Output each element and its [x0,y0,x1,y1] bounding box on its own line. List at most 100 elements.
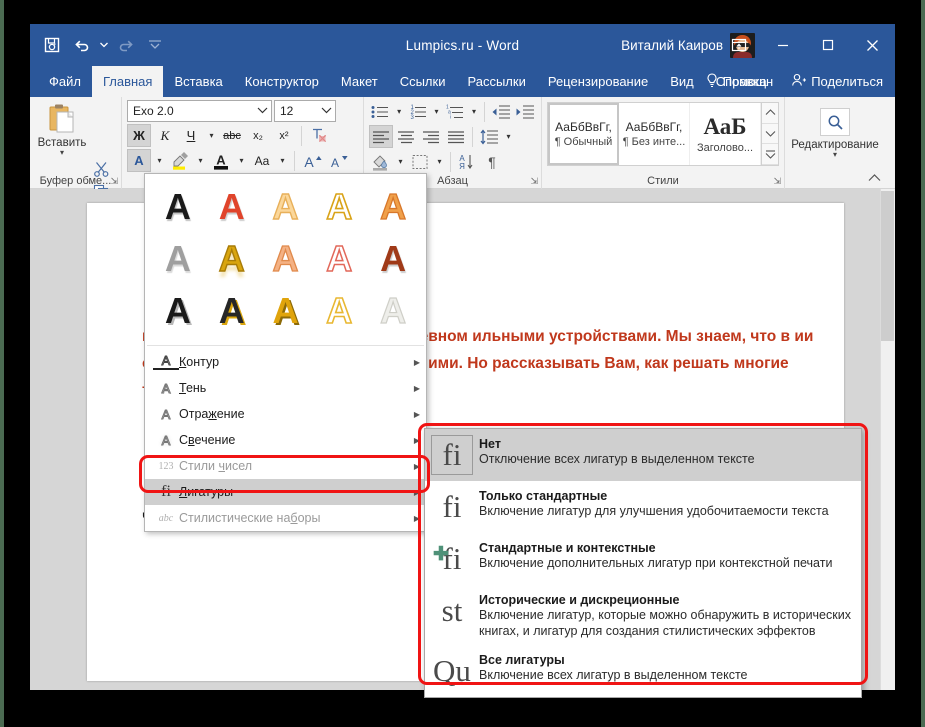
styles-scroll-up-icon[interactable] [762,103,778,124]
sort-icon[interactable]: AЯ [455,150,479,173]
ligature-option-standard-only[interactable]: fi Только стандартные Включение лигатур … [425,481,861,533]
font-color-dropdown-icon[interactable]: ▾ [235,149,248,172]
tab-view[interactable]: Вид [659,66,705,97]
tab-design[interactable]: Конструктор [234,66,330,97]
decrease-indent-icon[interactable] [489,100,512,123]
scrollbar-thumb[interactable] [881,191,894,341]
effect-a-15[interactable]: A [366,286,420,336]
show-formatting-marks-icon[interactable]: ¶ [480,150,504,173]
italic-button[interactable]: К [153,124,177,147]
style-card-nospacing[interactable]: АаБбВвГг, ¶ Без инте... [619,103,690,165]
clipboard-dialog-launcher-icon[interactable]: ⇲ [110,176,118,187]
underline-button[interactable]: Ч [179,124,203,147]
vertical-scrollbar[interactable] [880,189,895,690]
tab-layout[interactable]: Макет [330,66,389,97]
minimize-button[interactable] [760,24,805,66]
multilevel-dropdown-icon[interactable]: ▾ [468,100,480,123]
menu-item-stylistic-sets[interactable]: abc Стилистические наборы ▶ [145,505,426,531]
highlight-dropdown-icon[interactable]: ▾ [194,149,207,172]
search-icon[interactable] [820,108,850,136]
bold-button[interactable]: Ж [127,124,151,147]
effect-a-5[interactable]: A [366,182,420,232]
clear-formatting-icon[interactable] [307,124,331,147]
menu-item-ligatures[interactable]: fi Лигатуры ▶ [145,479,426,505]
effect-a-9[interactable]: A [312,234,366,284]
ligature-option-historical-discretionary[interactable]: st Исторические и дискреционные Включени… [425,585,861,645]
borders-icon[interactable] [408,150,432,173]
effect-a-6[interactable]: A [151,234,205,284]
underline-dropdown-icon[interactable]: ▾ [205,124,218,147]
align-left-icon[interactable] [369,125,393,148]
change-case-dropdown-icon[interactable]: ▾ [276,149,289,172]
tab-references[interactable]: Ссылки [389,66,457,97]
superscript-button[interactable]: x² [272,124,296,147]
effect-a-8[interactable]: A [259,234,313,284]
effect-a-1[interactable]: A [151,182,205,232]
effect-a-11[interactable]: A [151,286,205,336]
editing-caret-icon[interactable]: ▾ [833,151,837,159]
ligature-option-none[interactable]: fi Нет Отключение всех лигатур в выделен… [425,429,861,481]
font-color-icon[interactable]: A [209,149,233,172]
bullets-dropdown-icon[interactable]: ▾ [393,100,405,123]
menu-item-number-styles[interactable]: 123 Стили чисел ▶ [145,453,426,479]
menu-item-reflection[interactable]: A Отражение ▶ [145,401,426,427]
close-button[interactable] [850,24,895,66]
effect-a-3[interactable]: A [259,182,313,232]
menu-item-outline[interactable]: A Контур ▶ [145,349,426,375]
borders-dropdown-icon[interactable]: ▾ [433,150,446,173]
line-spacing-icon[interactable] [477,125,501,148]
menu-item-shadow[interactable]: A Тень ▶ [145,375,426,401]
maximize-button[interactable] [805,24,850,66]
styles-more-icon[interactable] [762,144,778,166]
justify-icon[interactable] [444,125,468,148]
chevron-down-icon[interactable] [257,106,268,116]
tab-home[interactable]: Главная [91,66,164,97]
line-spacing-dropdown-icon[interactable]: ▾ [502,125,515,148]
shading-icon[interactable] [369,150,393,173]
paste-caret-icon[interactable]: ▾ [60,149,64,157]
paragraph-dialog-launcher-icon[interactable]: ⇲ [530,176,538,187]
text-highlight-icon[interactable] [168,149,192,172]
change-case-button[interactable]: Aa [250,149,274,172]
bullets-icon[interactable] [369,100,392,123]
menu-item-glow[interactable]: A Свечение ▶ [145,427,426,453]
tab-mailings[interactable]: Рассылки [456,66,536,97]
multilevel-list-icon[interactable]: 1ai [444,100,467,123]
ligature-option-all[interactable]: Qu Все лигатуры Включение всех лигатур в… [425,645,861,697]
share-button[interactable]: Поделиться [783,73,891,90]
styles-dialog-launcher-icon[interactable]: ⇲ [773,176,781,187]
numbering-dropdown-icon[interactable]: ▾ [430,100,442,123]
collapse-ribbon-icon[interactable] [868,174,881,185]
text-effects-dropdown-icon[interactable]: ▾ [153,149,166,172]
effect-a-7[interactable]: A [205,234,259,284]
shrink-font-icon[interactable]: A [326,149,350,172]
style-card-heading[interactable]: АаБ Заголово... [690,103,761,165]
style-card-normal[interactable]: АаБбВвГг, ¶ Обычный [548,103,619,165]
effect-a-4[interactable]: A [312,182,366,232]
numbering-icon[interactable]: 123 [406,100,429,123]
effect-a-14[interactable]: A [312,286,366,336]
tab-file[interactable]: Файл [38,66,92,97]
subscript-button[interactable]: x₂ [246,124,270,147]
grow-font-icon[interactable]: A [300,149,324,172]
effect-a-12[interactable]: A [205,286,259,336]
font-size-combo[interactable]: 12 [274,100,336,122]
strikethrough-button[interactable]: abc [220,124,244,147]
effect-a-10[interactable]: A [366,234,420,284]
effect-a-13[interactable]: A [259,286,313,336]
editing-button[interactable]: Редактирование ▾ [790,100,880,159]
ligature-option-standard-contextual[interactable]: ✚ fi Стандартные и контекстные Включение… [425,533,861,585]
paste-button[interactable]: Вставить ▾ [35,100,89,157]
effect-a-2[interactable]: A [205,182,259,232]
tab-insert[interactable]: Вставка [163,66,233,97]
ribbon-display-options-icon[interactable] [718,24,760,66]
tell-me-search[interactable]: Помощн [700,72,780,91]
font-name-combo[interactable]: Exo 2.0 [127,100,272,122]
align-right-icon[interactable] [419,125,443,148]
chevron-down-icon[interactable] [321,106,332,116]
shading-dropdown-icon[interactable]: ▾ [394,150,407,173]
align-center-icon[interactable] [394,125,418,148]
styles-scroll-down-icon[interactable] [762,124,778,145]
tab-review[interactable]: Рецензирование [537,66,659,97]
text-effects-button[interactable]: A [127,149,151,172]
